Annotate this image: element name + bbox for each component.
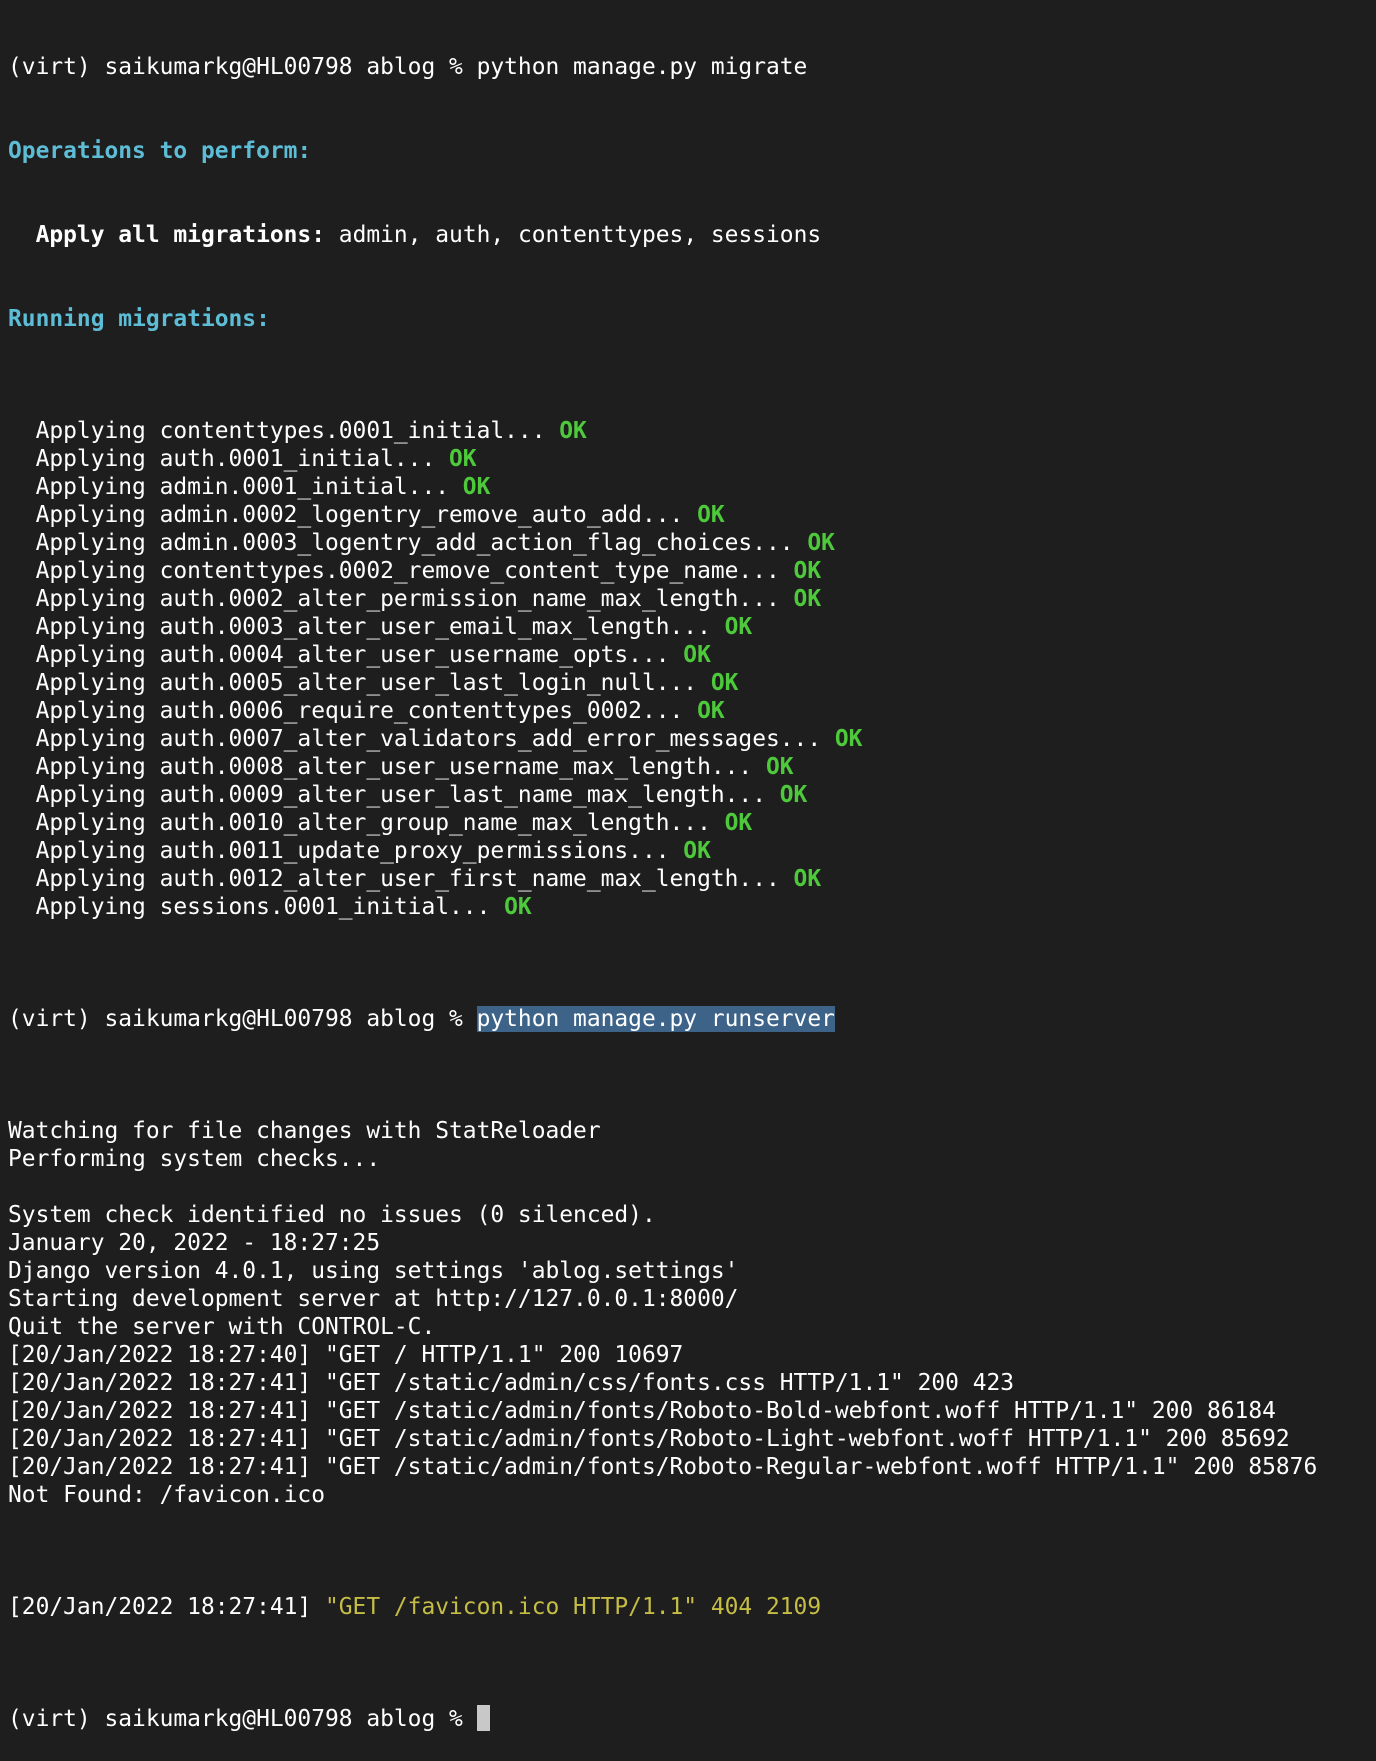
ok-status: OK <box>724 614 753 640</box>
migration-text: Applying admin.0003_logentry_add_action_… <box>8 530 808 556</box>
migration-text: Applying contenttypes.0001_initial... <box>8 418 560 444</box>
ok-status: OK <box>683 838 711 864</box>
migration-line: Applying auth.0010_alter_group_name_max_… <box>8 809 1317 837</box>
migration-text: Applying admin.0001_initial... <box>8 474 463 500</box>
server-output-line: System check identified no issues (0 sil… <box>8 1202 656 1228</box>
ok-status: OK <box>710 670 739 696</box>
migration-text: Applying auth.0011_update_proxy_permissi… <box>8 838 684 864</box>
migration-text: Applying sessions.0001_initial... <box>8 894 505 920</box>
migration-text: Applying auth.0004_alter_user_username_o… <box>8 642 684 668</box>
apply-all-line: Apply all migrations: admin, auth, conte… <box>8 221 1317 249</box>
migration-line: Applying admin.0001_initial... OK <box>8 473 1317 501</box>
migration-text: Applying auth.0006_require_contenttypes_… <box>8 698 698 724</box>
text-cursor[interactable] <box>476 1705 490 1731</box>
server-output-line <box>8 1173 1317 1201</box>
ok-status: OK <box>765 754 794 780</box>
migration-line: Applying auth.0002_alter_permission_name… <box>8 585 1317 613</box>
prompt-line-runserver: (virt) saikumarkg@HL00798 ablog % python… <box>8 1005 1317 1033</box>
migration-text: Applying auth.0008_alter_user_username_m… <box>8 754 766 780</box>
server-output-line: [20/Jan/2022 18:27:41] "GET /static/admi… <box>8 1370 1015 1396</box>
ok-status: OK <box>697 698 725 724</box>
server-output-line: [20/Jan/2022 18:27:40] "GET / HTTP/1.1" … <box>8 1342 684 1368</box>
ok-status: OK <box>793 866 822 892</box>
migration-line: Applying admin.0002_logentry_remove_auto… <box>8 501 1317 529</box>
ok-status: OK <box>807 530 835 556</box>
server-output-line: [20/Jan/2022 18:27:41] "GET /static/admi… <box>8 1398 1276 1424</box>
log-timestamp: [20/Jan/2022 18:27:41] <box>8 1594 325 1620</box>
migration-text: Applying admin.0002_logentry_remove_auto… <box>8 502 698 528</box>
migration-line: Applying sessions.0001_initial... OK <box>8 893 1317 921</box>
migration-text: Applying auth.0009_alter_user_last_name_… <box>8 782 780 808</box>
ok-status: OK <box>793 586 822 612</box>
migration-text: Applying auth.0005_alter_user_last_login… <box>8 670 711 696</box>
migration-text: Applying auth.0007_alter_validators_add_… <box>8 726 835 752</box>
operations-header-text: Operations to perform: <box>8 138 312 164</box>
ok-status: OK <box>683 642 711 668</box>
command-text: python manage.py migrate <box>476 54 808 80</box>
server-output-line: [20/Jan/2022 18:27:41] "GET /static/admi… <box>8 1454 1318 1480</box>
server-output-line: January 20, 2022 - 18:27:25 <box>8 1230 381 1256</box>
migration-line: Applying auth.0006_require_contenttypes_… <box>8 697 1317 725</box>
server-output-line: Watching for file changes with StatReloa… <box>8 1118 601 1144</box>
server-output-line: [20/Jan/2022 18:27:41] "GET /static/admi… <box>8 1426 1290 1452</box>
migration-list: Applying contenttypes.0001_initial... OK… <box>8 417 1317 921</box>
migration-line: Applying auth.0007_alter_validators_add_… <box>8 725 1317 753</box>
selected-command-text[interactable]: python manage.py runserver <box>476 1006 835 1032</box>
migration-line: Applying admin.0003_logentry_add_action_… <box>8 529 1317 557</box>
shell-prompt: (virt) saikumarkg@HL00798 ablog % <box>8 1006 477 1032</box>
migration-line: Applying auth.0012_alter_user_first_name… <box>8 865 1317 893</box>
server-output-line: Django version 4.0.1, using settings 'ab… <box>8 1258 739 1284</box>
server-output-line: Starting development server at http://12… <box>8 1286 739 1312</box>
favicon-request-warning: "GET /favicon.ico HTTP/1.1" 404 2109 <box>324 1594 822 1620</box>
migration-line: Applying auth.0001_initial... OK <box>8 445 1317 473</box>
ok-status: OK <box>697 502 725 528</box>
server-output-line: Not Found: /favicon.ico <box>8 1482 325 1508</box>
migration-text: Applying contenttypes.0002_remove_conten… <box>8 558 794 584</box>
ok-status: OK <box>504 894 532 920</box>
operations-header: Operations to perform: <box>8 137 1317 165</box>
terminal-output[interactable]: (virt) saikumarkg@HL00798 ablog % python… <box>8 0 1317 1761</box>
server-output: Watching for file changes with StatReloa… <box>8 1117 1317 1509</box>
migration-text: Applying auth.0010_alter_group_name_max_… <box>8 810 725 836</box>
migration-line: Applying contenttypes.0002_remove_conten… <box>8 557 1317 585</box>
migration-line: Applying auth.0008_alter_user_username_m… <box>8 753 1317 781</box>
ok-status: OK <box>449 446 477 472</box>
migration-line: Applying auth.0004_alter_user_username_o… <box>8 641 1317 669</box>
migration-line: Applying auth.0011_update_proxy_permissi… <box>8 837 1317 865</box>
migration-text: Applying auth.0002_alter_permission_name… <box>8 586 794 612</box>
migration-line: Applying auth.0003_alter_user_email_max_… <box>8 613 1317 641</box>
server-output-line: Quit the server with CONTROL-C. <box>8 1314 436 1340</box>
running-header-text: Running migrations: <box>8 306 270 332</box>
shell-prompt: (virt) saikumarkg@HL00798 ablog % <box>8 54 477 80</box>
migration-line: Applying auth.0005_alter_user_last_login… <box>8 669 1317 697</box>
server-output-line: Performing system checks... <box>8 1146 381 1172</box>
shell-prompt: (virt) saikumarkg@HL00798 ablog % <box>8 1706 477 1732</box>
ok-status: OK <box>724 810 753 836</box>
favicon-log-line: [20/Jan/2022 18:27:41] "GET /favicon.ico… <box>8 1593 1317 1621</box>
migration-line: Applying auth.0009_alter_user_last_name_… <box>8 781 1317 809</box>
prompt-line-current: (virt) saikumarkg@HL00798 ablog % <box>8 1705 1317 1733</box>
ok-status: OK <box>462 474 491 500</box>
migration-text: Applying auth.0001_initial... <box>8 446 450 472</box>
ok-status: OK <box>834 726 863 752</box>
migration-text: Applying auth.0003_alter_user_email_max_… <box>8 614 725 640</box>
migration-line: Applying contenttypes.0001_initial... OK <box>8 417 1317 445</box>
apply-all-apps: admin, auth, contenttypes, sessions <box>325 222 822 248</box>
ok-status: OK <box>793 558 822 584</box>
migration-text: Applying auth.0012_alter_user_first_name… <box>8 866 794 892</box>
ok-status: OK <box>779 782 808 808</box>
running-header: Running migrations: <box>8 305 1317 333</box>
prompt-line-migrate: (virt) saikumarkg@HL00798 ablog % python… <box>8 53 1317 81</box>
apply-all-label: Apply all migrations: <box>35 222 325 248</box>
ok-status: OK <box>559 418 587 444</box>
